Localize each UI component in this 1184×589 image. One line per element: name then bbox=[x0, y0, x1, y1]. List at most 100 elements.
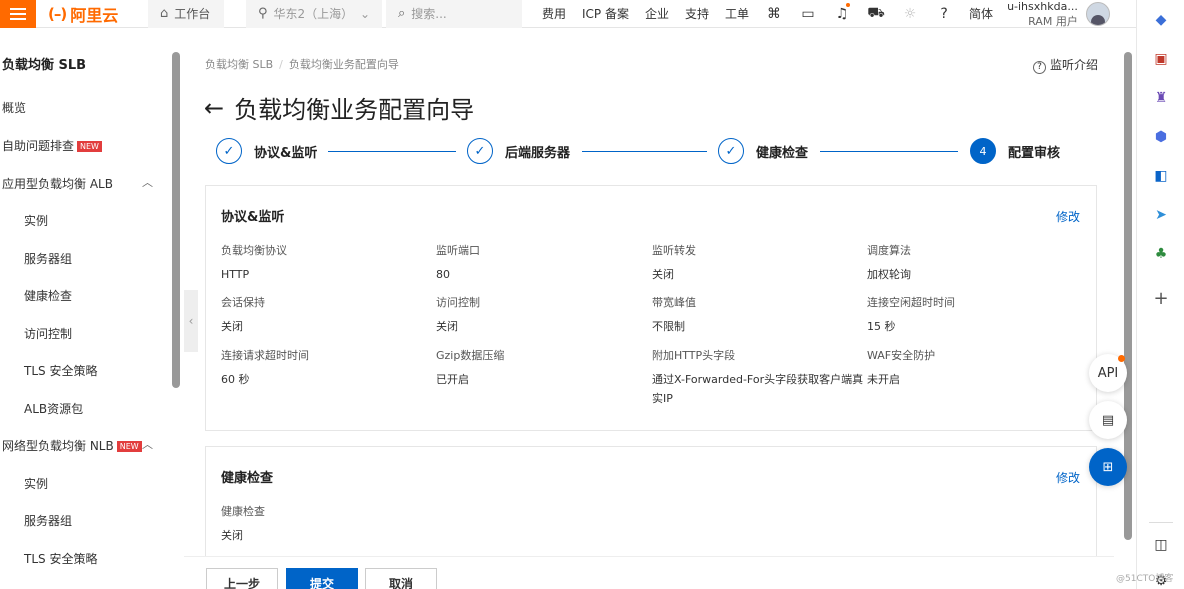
sidebar-item-alb-servergroup[interactable]: 服务器组 bbox=[24, 250, 72, 267]
nav-link-billing[interactable]: 费用 bbox=[542, 5, 566, 22]
terminal-icon[interactable]: ▭ bbox=[799, 6, 817, 22]
region-selector[interactable]: ⚲ 华东2（上海） ⌄ bbox=[246, 0, 382, 28]
notification-dot bbox=[1118, 355, 1125, 362]
chess-icon[interactable]: ♜ bbox=[1151, 88, 1171, 108]
edit-healthcheck-link[interactable]: 修改 bbox=[1056, 469, 1080, 486]
check-icon: ✓ bbox=[467, 138, 493, 164]
sidebar-panel-icon[interactable]: ◫ bbox=[1151, 535, 1171, 555]
logo-text: 阿里云 bbox=[70, 5, 119, 25]
page-title: ← 负载均衡业务配置向导 bbox=[204, 90, 474, 125]
listener-intro-link[interactable]: ? 监听介绍 bbox=[1032, 56, 1098, 74]
tree-icon[interactable]: ♣ bbox=[1151, 244, 1171, 264]
breadcrumb-item[interactable]: 负载均衡 SLB bbox=[205, 58, 273, 71]
hexagon-icon[interactable]: ⬢ bbox=[1151, 127, 1171, 147]
field-key: 健康检查 bbox=[221, 505, 265, 518]
check-icon: ✓ bbox=[718, 138, 744, 164]
chevron-up-icon[interactable]: ︿ bbox=[142, 436, 153, 452]
search-placeholder: 搜索... bbox=[411, 7, 447, 21]
sidebar-item-troubleshoot[interactable]: 自助问题排查 NEW bbox=[2, 137, 102, 154]
user-menu[interactable]: u-ihsxhkda... RAM 用户 bbox=[1007, 0, 1110, 29]
field-key: 带宽峰值 bbox=[652, 296, 696, 309]
sidebar-item-nlb-tls[interactable]: TLS 安全策略 bbox=[24, 550, 97, 567]
aliyun-logo[interactable]: (–) 阿里云 bbox=[48, 2, 148, 26]
nav-link-icp[interactable]: ICP 备案 bbox=[582, 5, 629, 22]
field-forward: 监听转发 关闭 bbox=[652, 242, 864, 284]
sidebar: 负载均衡 SLB 概览 自助问题排查 NEW 应用型负载均衡 ALB ︿ 实例 服… bbox=[0, 28, 170, 589]
step-connector bbox=[582, 151, 707, 152]
protocol-summary-card: 协议&监听 修改 负载均衡协议 HTTP 监听端口 80 监听转发 关闭 调度算… bbox=[205, 185, 1097, 431]
sidebar-item-alb-healthcheck[interactable]: 健康检查 bbox=[24, 287, 72, 304]
check-icon: ✓ bbox=[216, 138, 242, 164]
top-navbar: (–) 阿里云 ⌂ 工作台 ⚲ 华东2（上海） ⌄ ⌕ 搜索... 费用 ICP… bbox=[0, 0, 1136, 28]
right-dock: ◆ ▣ ♜ ⬢ ◧ ➤ ♣ + ◫ ⚙ bbox=[1136, 0, 1184, 589]
tag-icon[interactable]: ◆ bbox=[1151, 10, 1171, 30]
field-waf: WAF安全防护 未开启 bbox=[867, 347, 1079, 389]
apps-grid-icon[interactable]: ⊞ bbox=[1089, 448, 1127, 486]
watermark: @51CTO博客 bbox=[1116, 574, 1174, 584]
field-acl: 访问控制 关闭 bbox=[436, 294, 648, 336]
field-key: 监听转发 bbox=[652, 244, 696, 257]
field-http-header: 附加HTTP头字段 通过X-Forwarded-For头字段获取客户端真实IP bbox=[652, 347, 864, 408]
cart-icon[interactable]: ⛟ bbox=[867, 5, 885, 23]
prev-step-button[interactable]: 上一步 bbox=[206, 568, 278, 589]
lightbulb-icon[interactable]: ☼ bbox=[901, 6, 919, 22]
sidebar-item-alb-acl[interactable]: 访问控制 bbox=[24, 325, 72, 342]
field-key: Gzip数据压缩 bbox=[436, 349, 505, 362]
nav-link-enterprise[interactable]: 企业 bbox=[645, 5, 669, 22]
wizard-steps: ✓ 协议&监听 ✓ 后端服务器 ✓ 健康检查 4 配置审核 bbox=[216, 138, 1076, 168]
toolbox-icon[interactable]: ▣ bbox=[1151, 49, 1171, 69]
sidebar-scrollbar[interactable] bbox=[172, 52, 180, 388]
feedback-icon[interactable]: ▤ bbox=[1089, 401, 1127, 439]
bell-icon[interactable]: ♫ bbox=[833, 2, 851, 22]
field-session: 会话保持 关闭 bbox=[221, 294, 433, 336]
logo-mark: (–) bbox=[48, 4, 67, 23]
breadcrumb-item-current: 负载均衡业务配置向导 bbox=[288, 58, 399, 71]
field-request-timeout: 连接请求超时时间 60 秒 bbox=[221, 347, 433, 389]
sidebar-item-label: 网络型负载均衡 NLB bbox=[2, 439, 114, 453]
menu-icon[interactable] bbox=[0, 0, 36, 28]
sidebar-item-alb-tls[interactable]: TLS 安全策略 bbox=[24, 362, 97, 379]
submit-button[interactable]: 提交 bbox=[286, 568, 358, 589]
cloud-shell-icon[interactable]: ⌘ bbox=[765, 6, 783, 22]
sidebar-item-nlb-servergroup[interactable]: 服务器组 bbox=[24, 512, 72, 529]
send-icon[interactable]: ➤ bbox=[1151, 205, 1171, 225]
cancel-button[interactable]: 取消 bbox=[365, 568, 437, 589]
sidebar-item-label: 自助问题排查 bbox=[2, 139, 75, 153]
sidebar-item-overview[interactable]: 概览 bbox=[2, 99, 26, 116]
nav-link-support[interactable]: 支持 bbox=[685, 5, 709, 22]
workbench-label: 工作台 bbox=[174, 7, 211, 21]
help-icon[interactable]: ? bbox=[935, 6, 953, 22]
sidebar-group-nlb[interactable]: 网络型负载均衡 NLB NEW bbox=[2, 437, 142, 454]
step-label: 后端服务器 bbox=[505, 145, 571, 161]
field-key: 会话保持 bbox=[221, 296, 265, 309]
field-value: 80 bbox=[436, 268, 450, 281]
chevron-up-icon[interactable]: ︿ bbox=[142, 174, 153, 190]
search-input[interactable]: ⌕ 搜索... bbox=[386, 0, 522, 28]
field-value: 关闭 bbox=[221, 529, 243, 542]
sidebar-item-nlb-instance[interactable]: 实例 bbox=[24, 475, 48, 492]
back-arrow-icon[interactable]: ← bbox=[204, 94, 224, 122]
workbench-button[interactable]: ⌂ 工作台 bbox=[148, 0, 224, 28]
step-connector bbox=[820, 151, 958, 152]
outlook-icon[interactable]: ◧ bbox=[1151, 166, 1171, 186]
language-switch[interactable]: 简体 bbox=[969, 5, 993, 22]
field-healthcheck: 健康检查 关闭 bbox=[221, 503, 433, 545]
step-connector bbox=[328, 151, 456, 152]
sidebar-item-alb-instance[interactable]: 实例 bbox=[24, 212, 48, 229]
field-value: 未开启 bbox=[867, 373, 900, 386]
field-key: 调度算法 bbox=[867, 244, 911, 257]
field-gzip: Gzip数据压缩 已开启 bbox=[436, 347, 648, 389]
wizard-actions: 上一步 提交 取消 bbox=[184, 556, 1114, 589]
nav-link-ticket[interactable]: 工单 bbox=[725, 5, 749, 22]
field-scheduler: 调度算法 加权轮询 bbox=[867, 242, 1079, 284]
sidebar-group-alb[interactable]: 应用型负载均衡 ALB bbox=[2, 175, 113, 192]
avatar[interactable] bbox=[1085, 1, 1110, 26]
sidebar-item-alb-package[interactable]: ALB资源包 bbox=[24, 400, 83, 417]
field-value: 不限制 bbox=[652, 320, 685, 333]
step-review: 4 配置审核 bbox=[970, 138, 1060, 164]
edit-protocol-link[interactable]: 修改 bbox=[1056, 208, 1080, 225]
field-port: 监听端口 80 bbox=[436, 242, 648, 284]
field-value: 关闭 bbox=[436, 320, 458, 333]
plus-icon[interactable]: + bbox=[1151, 288, 1171, 309]
field-value: HTTP bbox=[221, 268, 250, 281]
